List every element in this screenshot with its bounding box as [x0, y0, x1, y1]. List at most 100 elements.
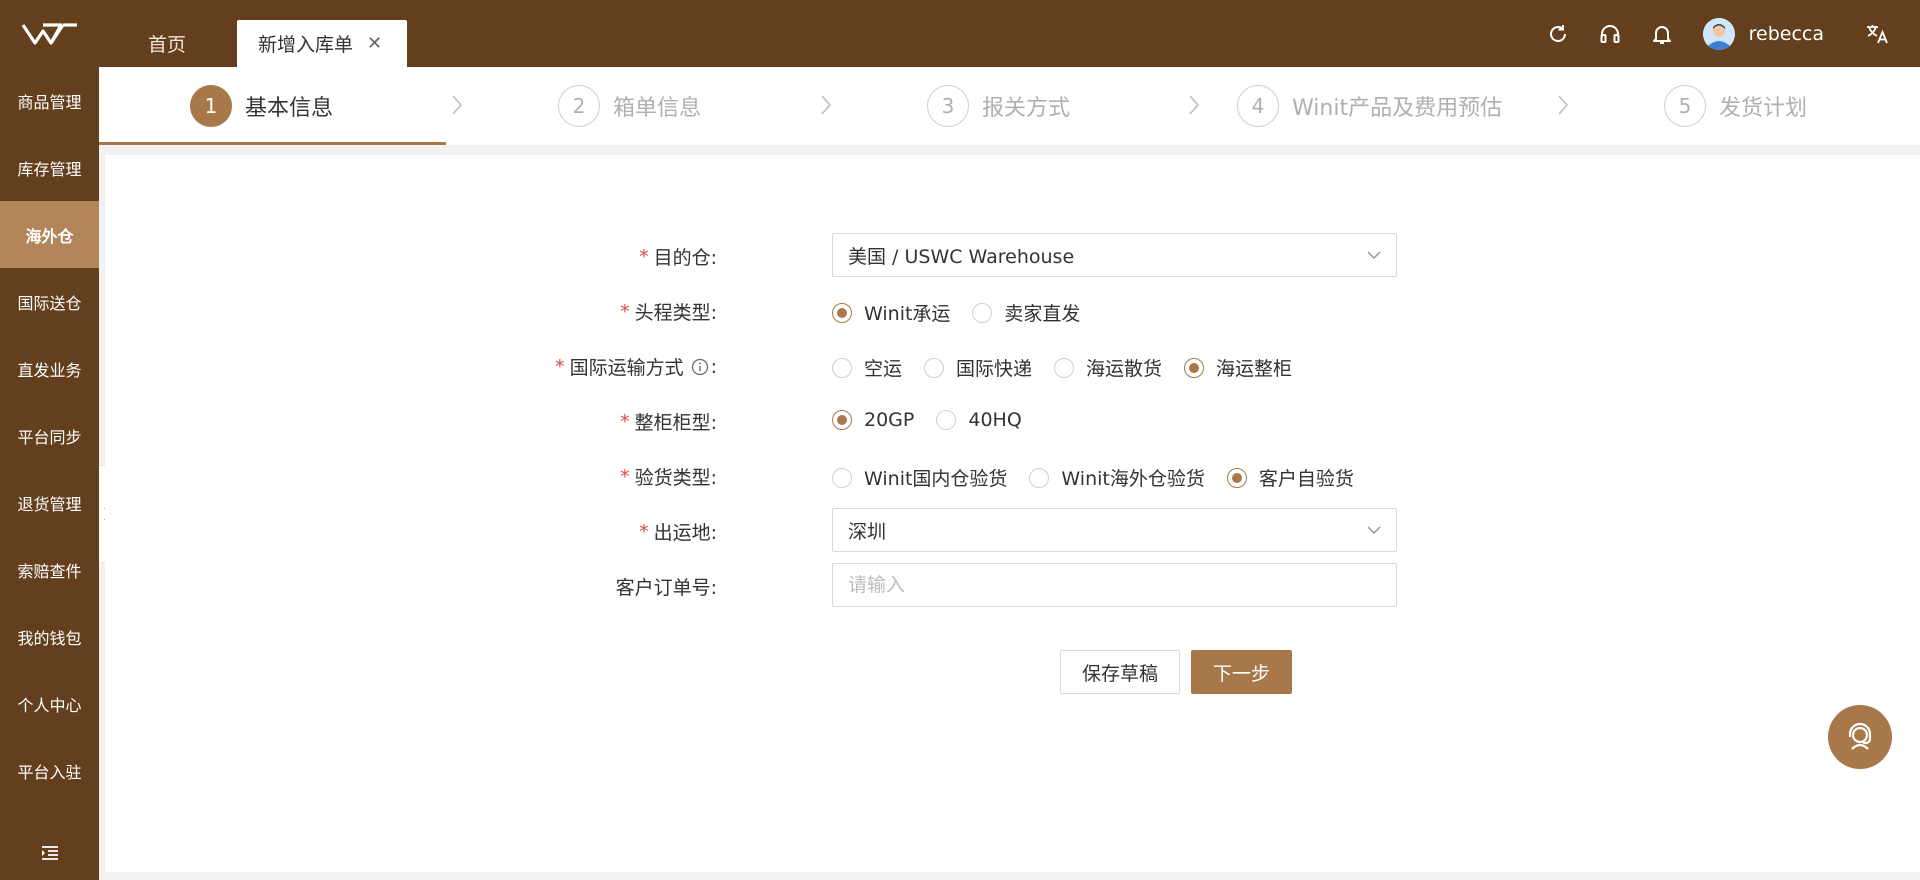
radio-dot[interactable] — [936, 410, 957, 430]
sidebar-item-claims[interactable]: 索赔查件 — [0, 536, 99, 603]
origin-label: * 出运地: — [639, 518, 717, 545]
sidebar-item-label: 国际送仓 — [17, 293, 82, 313]
radio-label: Winit国内仓验货 — [864, 468, 1008, 490]
sidebar-item-label: 平台入驻 — [17, 762, 82, 782]
step-label: 基本信息 — [245, 96, 334, 121]
customer-order-row: 客户订单号: — [105, 563, 1405, 607]
step-product-fee-estimate[interactable]: 4 Winit产品及费用预估 — [1237, 67, 1502, 145]
step-label: Winit产品及费用预估 — [1292, 96, 1503, 121]
translate-icon[interactable] — [1864, 21, 1890, 47]
radio-self-inspection[interactable]: 客户自验货 — [1226, 464, 1354, 491]
radio-40hq[interactable]: 40HQ — [936, 409, 1022, 431]
close-icon[interactable]: ✕ — [367, 33, 382, 54]
radio-dot[interactable] — [832, 467, 852, 488]
tab-new-inbound-order[interactable]: 新增入库单 ✕ — [237, 20, 407, 67]
radio-overseas-inspection[interactable]: Winit海外仓验货 — [1029, 464, 1205, 491]
radio-dot[interactable] — [1184, 357, 1205, 378]
label-colon: : — [710, 355, 717, 378]
headset-icon[interactable] — [1597, 21, 1623, 47]
sidebar-item-platform-sync[interactable]: 平台同步 — [0, 402, 99, 469]
radio-winit-carrier[interactable]: Winit承运 — [832, 299, 950, 326]
radio-dot[interactable] — [1226, 467, 1247, 488]
radio-dot[interactable] — [832, 357, 852, 378]
radio-sea-fcl[interactable]: 海运整柜 — [1184, 354, 1292, 381]
customer-order-label-text: 客户订单号: — [615, 577, 717, 599]
step-customs-method[interactable]: 3 报关方式 — [927, 67, 1070, 145]
step-number: 5 — [1664, 85, 1706, 127]
radio-dot[interactable] — [832, 410, 852, 430]
intl-transport-label-text: 国际运输方式 — [569, 357, 684, 379]
step-shipping-plan[interactable]: 5 发货计划 — [1664, 67, 1807, 145]
sidebar-item-returns[interactable]: 退货管理 — [0, 469, 99, 536]
sidebar-item-intl-delivery[interactable]: 国际送仓 — [0, 268, 99, 335]
radio-intl-express[interactable]: 国际快递 — [924, 354, 1032, 381]
chevron-right-icon — [445, 93, 469, 117]
radio-dot[interactable] — [924, 357, 945, 378]
radio-label: 40HQ — [968, 409, 1022, 431]
origin-row: * 出运地: 深圳 — [105, 508, 1405, 552]
container-type-row: * 整柜柜型: 20GP 40HQ — [105, 398, 1405, 442]
sidebar-item-label: 平台同步 — [17, 427, 82, 447]
sidebar-item-direct-shipping[interactable]: 直发业务 — [0, 335, 99, 402]
sidebar-item-overseas-warehouse[interactable]: 海外仓 — [0, 201, 99, 268]
step-label: 发货计划 — [1719, 96, 1808, 121]
first-leg-radio-group: Winit承运 卖家直发 — [832, 299, 1102, 326]
sidebar-item-label: 库存管理 — [17, 159, 82, 179]
sidebar-item-wallet[interactable]: 我的钱包 — [0, 603, 99, 670]
radio-dot[interactable] — [1054, 357, 1075, 378]
bell-icon[interactable] — [1649, 21, 1675, 47]
sidebar-item-label: 退货管理 — [17, 494, 82, 514]
refresh-icon[interactable] — [1545, 21, 1571, 47]
chevron-down-icon — [1366, 246, 1382, 268]
radio-seller-direct[interactable]: 卖家直发 — [972, 299, 1080, 326]
chevron-right-icon — [814, 93, 838, 117]
radio-sea-lcl[interactable]: 海运散货 — [1054, 354, 1162, 381]
radio-dot[interactable] — [1029, 467, 1050, 488]
winit-logo[interactable] — [0, 0, 99, 67]
sidebar-item-personal-center[interactable]: 个人中心 — [0, 670, 99, 737]
radio-dot[interactable] — [972, 302, 993, 323]
radio-dot[interactable] — [832, 302, 852, 323]
info-icon[interactable] — [691, 358, 709, 376]
required-mark: * — [639, 520, 649, 543]
radio-air[interactable]: 空运 — [832, 354, 902, 381]
container-type-radio-group: 20GP 40HQ — [832, 409, 1044, 431]
tab-home-label: 首页 — [148, 34, 187, 56]
step-basic-info[interactable]: 1 基本信息 — [190, 67, 333, 145]
save-draft-button[interactable]: 保存草稿 — [1060, 650, 1180, 694]
customer-order-label: 客户订单号: — [616, 573, 717, 600]
sidebar: 商品管理 库存管理 海外仓 国际送仓 直发业务 平台同步 退货管理 索赔查件 我… — [0, 67, 99, 880]
avatar[interactable] — [1702, 17, 1735, 50]
radio-label: Winit海外仓验货 — [1061, 468, 1205, 490]
origin-select[interactable]: 深圳 — [832, 508, 1397, 552]
next-step-button[interactable]: 下一步 — [1191, 650, 1292, 694]
menu-collapse-icon[interactable] — [0, 838, 99, 868]
sidebar-item-product-management[interactable]: 商品管理 — [0, 67, 99, 134]
required-mark: * — [639, 245, 649, 268]
radio-20gp[interactable]: 20GP — [832, 409, 914, 431]
customer-order-input[interactable] — [832, 563, 1397, 607]
step-label: 箱单信息 — [613, 96, 702, 121]
sidebar-item-inventory-management[interactable]: 库存管理 — [0, 134, 99, 201]
chevron-down-icon — [1366, 521, 1382, 543]
radio-label: 海运散货 — [1086, 358, 1163, 380]
form-panel: * 目的仓: 美国 / USWC Warehouse * 头程类型: Winit承运… — [105, 155, 1920, 872]
inspection-type-row: * 验货类型: Winit国内仓验货 Winit海外仓验货 客户自验货 — [105, 453, 1405, 497]
chevron-right-icon — [1551, 93, 1575, 117]
radio-label: Winit承运 — [864, 303, 951, 325]
radio-label: 20GP — [864, 409, 915, 431]
required-mark: * — [620, 465, 630, 488]
intl-transport-radio-group: 空运 国际快递 海运散货 海运整柜 — [832, 354, 1314, 381]
step-number: 4 — [1237, 85, 1279, 127]
radio-domestic-inspection[interactable]: Winit国内仓验货 — [832, 464, 1007, 491]
customer-service-button[interactable] — [1828, 705, 1892, 769]
step-packing-info[interactable]: 2 箱单信息 — [558, 67, 701, 145]
radio-label: 客户自验货 — [1258, 468, 1354, 490]
destination-select[interactable]: 美国 / USWC Warehouse — [832, 233, 1397, 277]
username[interactable]: rebecca — [1749, 23, 1824, 45]
sidebar-item-platform-onboarding[interactable]: 平台入驻 — [0, 737, 99, 804]
inspection-type-radio-group: Winit国内仓验货 Winit海外仓验货 客户自验货 — [832, 464, 1376, 491]
inspection-type-label: * 验货类型: — [620, 463, 717, 490]
tab-home[interactable]: 首页 — [148, 20, 186, 67]
destination-label-text: 目的仓: — [653, 247, 717, 269]
